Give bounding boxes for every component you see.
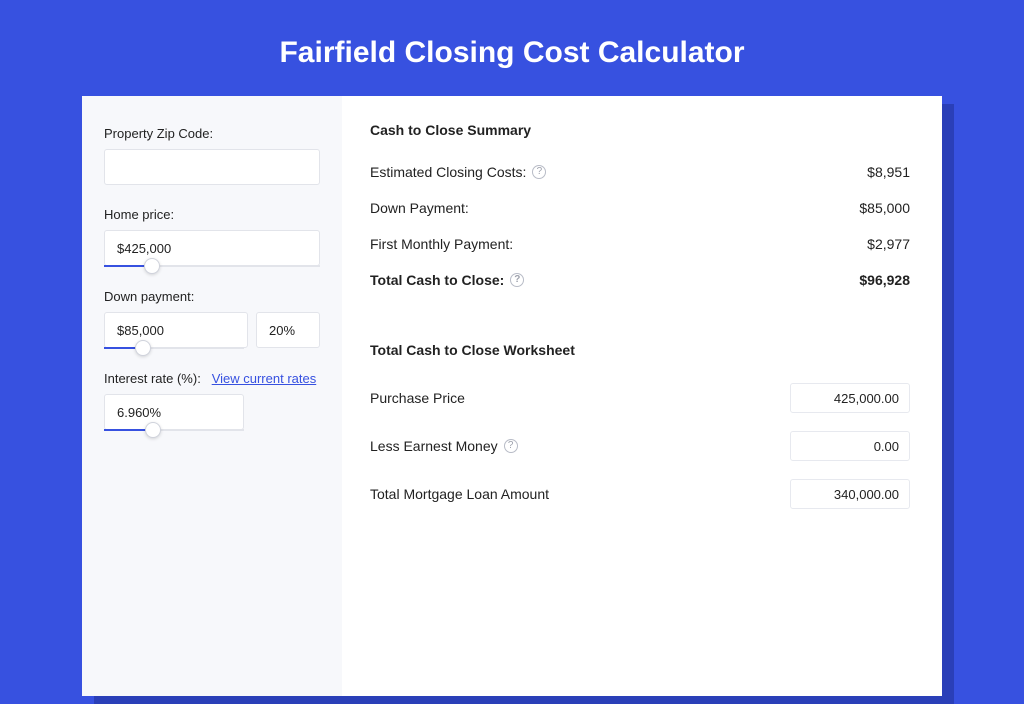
worksheet-row-input[interactable] [790,479,910,509]
zip-label: Property Zip Code: [104,126,320,141]
summary-row: Down Payment: $85,000 [370,190,910,226]
worksheet-row-label: Total Mortgage Loan Amount [370,486,549,502]
summary-row-value: $8,951 [867,164,910,180]
rate-label-row: Interest rate (%): View current rates [104,371,320,386]
price-slider-thumb[interactable] [144,258,160,274]
dp-block: Down payment: [104,289,320,349]
dp-label: Down payment: [104,289,320,304]
calculator-card-wrap: Property Zip Code: Home price: Down paym… [82,96,942,696]
summary-row-value: $85,000 [859,200,910,216]
worksheet-section: Total Cash to Close Worksheet Purchase P… [370,326,910,518]
summary-total-value: $96,928 [859,272,910,288]
summary-total-row: Total Cash to Close: ? $96,928 [370,262,910,298]
price-input[interactable] [104,230,320,266]
help-icon[interactable]: ? [532,165,546,179]
summary-row: Estimated Closing Costs: ? $8,951 [370,154,910,190]
worksheet-row-label: Less Earnest Money [370,438,498,454]
rate-block: Interest rate (%): View current rates [104,371,320,431]
worksheet-row: Total Mortgage Loan Amount [370,470,910,518]
dp-slider-thumb[interactable] [135,340,151,356]
price-slider[interactable] [104,265,320,267]
summary-row-label: First Monthly Payment: [370,236,513,252]
rate-slider[interactable] [104,429,244,431]
zip-block: Property Zip Code: [104,126,320,185]
inputs-panel: Property Zip Code: Home price: Down paym… [82,96,342,696]
summary-row-label: Down Payment: [370,200,469,216]
summary-row-label: Estimated Closing Costs: [370,164,526,180]
rate-label: Interest rate (%): [104,371,201,386]
view-rates-link[interactable]: View current rates [212,371,317,386]
worksheet-row-input[interactable] [790,383,910,413]
rate-input[interactable] [104,394,244,430]
rate-slider-thumb[interactable] [145,422,161,438]
results-panel: Cash to Close Summary Estimated Closing … [342,96,942,696]
summary-row-value: $2,977 [867,236,910,252]
dp-amount-input[interactable] [104,312,248,348]
price-label: Home price: [104,207,320,222]
dp-slider[interactable] [104,347,244,349]
worksheet-row: Less Earnest Money ? [370,422,910,470]
page-title: Fairfield Closing Cost Calculator [0,0,1024,96]
help-icon[interactable]: ? [504,439,518,453]
summary-title: Cash to Close Summary [370,122,910,138]
worksheet-row-input[interactable] [790,431,910,461]
summary-total-label: Total Cash to Close: [370,272,504,288]
worksheet-row-label: Purchase Price [370,390,465,406]
worksheet-title: Total Cash to Close Worksheet [370,342,910,358]
worksheet-row: Purchase Price [370,374,910,422]
price-block: Home price: [104,207,320,267]
help-icon[interactable]: ? [510,273,524,287]
calculator-card: Property Zip Code: Home price: Down paym… [82,96,942,696]
zip-input[interactable] [104,149,320,185]
dp-percent-input[interactable] [256,312,320,348]
summary-row: First Monthly Payment: $2,977 [370,226,910,262]
